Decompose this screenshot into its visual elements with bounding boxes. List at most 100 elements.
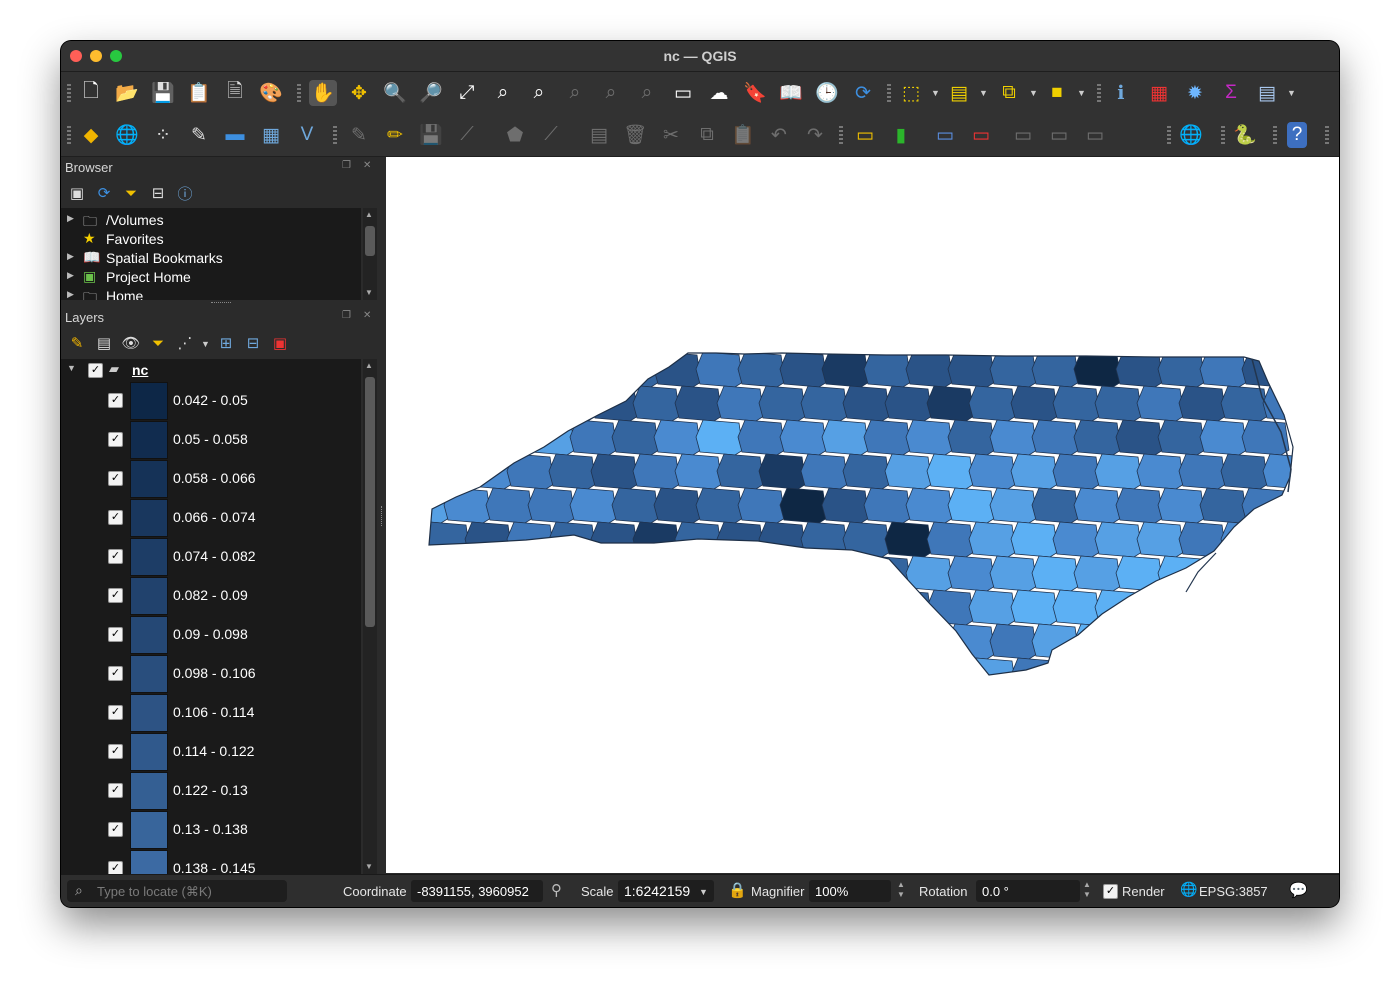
legend-class-row[interactable]: ✓ 0.09 - 0.098 bbox=[61, 615, 361, 654]
rotation-spinner[interactable]: ▲ ▼ bbox=[1081, 880, 1093, 902]
statistics-icon[interactable]: Σ bbox=[1217, 80, 1245, 106]
scroll-up-icon[interactable]: ▲ bbox=[365, 210, 373, 219]
toolbar-grip[interactable] bbox=[887, 84, 891, 102]
toolbar-grip[interactable] bbox=[297, 84, 301, 102]
new-spatial-bookmark-icon[interactable]: 🔖 bbox=[741, 80, 769, 106]
deselect-features-icon[interactable]: ⧉ bbox=[995, 80, 1023, 106]
chevron-down-icon[interactable]: ▼ bbox=[201, 339, 210, 349]
attribute-table-icon[interactable]: ▤ bbox=[1253, 80, 1281, 106]
browser-item-project-home[interactable]: ▶ ▣ Project Home bbox=[61, 268, 361, 287]
toolbar-grip[interactable] bbox=[1325, 126, 1329, 144]
legend-class-row[interactable]: ✓ 0.058 - 0.066 bbox=[61, 459, 361, 498]
close-panel-icon[interactable]: ✕ bbox=[363, 311, 373, 321]
open-attribute-table-icon[interactable]: ▦ bbox=[1145, 80, 1173, 106]
select-by-value-icon[interactable]: ▤ bbox=[945, 80, 973, 106]
paste-features-icon[interactable]: 📋 bbox=[729, 122, 757, 148]
expand-arrow-icon[interactable]: ▶ bbox=[67, 213, 74, 224]
zoom-native-resolution-icon[interactable]: ⌕ bbox=[561, 80, 589, 106]
legend-class-row[interactable]: ✓ 0.098 - 0.106 bbox=[61, 654, 361, 693]
legend-class-row[interactable]: ✓ 0.05 - 0.058 bbox=[61, 420, 361, 459]
class-visibility-checkbox[interactable]: ✓ bbox=[108, 549, 123, 564]
add-wms-layer-icon[interactable]: 🌐 bbox=[113, 122, 141, 148]
expand-arrow-icon[interactable]: ▶ bbox=[67, 251, 74, 262]
new-virtual-layer-icon[interactable]: V bbox=[293, 122, 321, 148]
expand-arrow-icon[interactable]: ▶ bbox=[67, 289, 74, 300]
class-visibility-checkbox[interactable]: ✓ bbox=[108, 783, 123, 798]
show-spatial-bookmarks-icon[interactable]: 📖 bbox=[777, 80, 805, 106]
browser-item-volumes[interactable]: ▶ 🗀 /Volumes bbox=[61, 211, 361, 230]
add-polygon-icon[interactable]: ⬟ bbox=[501, 122, 529, 148]
refresh-icon[interactable]: ⟳ bbox=[94, 183, 114, 203]
rotate-label-icon[interactable]: ▭ bbox=[1045, 122, 1073, 148]
digitize-icon[interactable]: ⟋ bbox=[453, 122, 481, 148]
render-checkbox[interactable]: ✓ bbox=[1103, 884, 1118, 899]
toolbar-grip[interactable] bbox=[333, 126, 337, 144]
toggle-editing-icon[interactable]: ✏ bbox=[381, 122, 409, 148]
legend-class-row[interactable]: ✓ 0.082 - 0.09 bbox=[61, 576, 361, 615]
add-vector-layer-icon[interactable]: ✎ bbox=[185, 122, 213, 148]
chevron-down-icon[interactable]: ▼ bbox=[931, 88, 940, 98]
magnifier-field[interactable]: 100% bbox=[809, 880, 891, 902]
new-project-icon[interactable]: 🗋 bbox=[77, 80, 105, 106]
select-by-location-icon[interactable]: ■ bbox=[1043, 80, 1071, 106]
zoom-last-icon[interactable]: ⌕ bbox=[597, 80, 625, 106]
new-shapefile-icon[interactable]: ▬ bbox=[221, 122, 249, 148]
legend-class-row[interactable]: ✓ 0.042 - 0.05 bbox=[61, 381, 361, 420]
expand-arrow-icon[interactable]: ▶ bbox=[67, 270, 74, 281]
class-visibility-checkbox[interactable]: ✓ bbox=[108, 627, 123, 642]
layer-styling-icon[interactable]: ✎ bbox=[67, 333, 87, 353]
browser-item-spatial-bookmarks[interactable]: ▶ 📖 Spatial Bookmarks bbox=[61, 249, 361, 268]
collapse-all-icon[interactable]: ⊟ bbox=[148, 183, 168, 203]
cut-features-icon[interactable]: ✂ bbox=[657, 122, 685, 148]
legend-class-row[interactable]: ✓ 0.114 - 0.122 bbox=[61, 732, 361, 771]
zoom-full-icon[interactable]: ⤢ bbox=[453, 80, 481, 106]
browser-item-home[interactable]: ▶ 🗀 Home bbox=[61, 287, 361, 300]
toolbar-grip[interactable] bbox=[1097, 84, 1101, 102]
rotation-field[interactable]: 0.0 ° bbox=[976, 880, 1080, 902]
copy-features-icon[interactable]: ⧉ bbox=[693, 122, 721, 148]
class-visibility-checkbox[interactable]: ✓ bbox=[108, 666, 123, 681]
filter-icon[interactable]: ⏷ bbox=[121, 183, 141, 203]
metasearch-icon[interactable]: 🌐 bbox=[1177, 122, 1205, 148]
legend-class-row[interactable]: ✓ 0.106 - 0.114 bbox=[61, 693, 361, 732]
scroll-thumb[interactable] bbox=[365, 377, 375, 627]
undock-icon[interactable]: ❐ bbox=[342, 161, 352, 171]
current-edits-icon[interactable]: ✎ bbox=[345, 122, 373, 148]
info-icon[interactable]: ⓘ bbox=[175, 183, 195, 203]
pin-labels-icon[interactable]: ▭ bbox=[931, 122, 959, 148]
legend-class-row[interactable]: ✓ 0.066 - 0.074 bbox=[61, 498, 361, 537]
chevron-down-icon[interactable]: ▼ bbox=[1287, 88, 1296, 98]
help-icon[interactable]: ? bbox=[1287, 122, 1307, 148]
add-delimited-text-icon[interactable]: ⁘ bbox=[149, 122, 177, 148]
add-selected-layers-icon[interactable]: ▣ bbox=[67, 183, 87, 203]
change-label-icon[interactable]: ▭ bbox=[1081, 122, 1109, 148]
mouse-coordinate-toggle-icon[interactable]: ⚲ bbox=[551, 881, 562, 899]
settings-icon[interactable]: ✹ bbox=[1181, 80, 1209, 106]
expand-all-icon[interactable]: ⊞ bbox=[216, 333, 236, 353]
legend-class-row[interactable]: ✓ 0.13 - 0.138 bbox=[61, 810, 361, 849]
undo-icon[interactable]: ↶ bbox=[765, 122, 793, 148]
class-visibility-checkbox[interactable]: ✓ bbox=[108, 588, 123, 603]
chevron-down-icon[interactable]: ▼ bbox=[1029, 88, 1038, 98]
zoom-in-icon[interactable]: 🔍 bbox=[381, 80, 409, 106]
toolbar-grip[interactable] bbox=[839, 126, 843, 144]
refresh-icon[interactable]: ⟳ bbox=[849, 80, 877, 106]
chevron-down-icon[interactable]: ▼ bbox=[1077, 88, 1086, 98]
layer-visibility-checkbox[interactable]: ✓ bbox=[88, 363, 103, 378]
delete-selected-icon[interactable]: 🗑 bbox=[621, 122, 649, 148]
redo-icon[interactable]: ↷ bbox=[801, 122, 829, 148]
legend-class-row[interactable]: ✓ 0.138 - 0.145 bbox=[61, 849, 361, 875]
class-visibility-checkbox[interactable]: ✓ bbox=[108, 705, 123, 720]
new-map-view-icon[interactable]: ▭ bbox=[669, 80, 697, 106]
zoom-to-layer-icon[interactable]: ⌕ bbox=[525, 80, 553, 106]
python-console-icon[interactable]: 🐍 bbox=[1231, 122, 1259, 148]
browser-item-favorites[interactable]: ★ Favorites bbox=[61, 230, 361, 249]
legend-class-row[interactable]: ✓ 0.074 - 0.082 bbox=[61, 537, 361, 576]
add-group-icon[interactable]: ▤ bbox=[94, 333, 114, 353]
zoom-next-icon[interactable]: ⌕ bbox=[633, 80, 661, 106]
panel-splitter[interactable] bbox=[211, 302, 231, 305]
magnifier-spinner[interactable]: ▲ ▼ bbox=[895, 880, 907, 902]
manage-visibility-icon[interactable]: 👁 bbox=[121, 333, 141, 353]
class-visibility-checkbox[interactable]: ✓ bbox=[108, 393, 123, 408]
scroll-up-icon[interactable]: ▲ bbox=[365, 361, 373, 370]
